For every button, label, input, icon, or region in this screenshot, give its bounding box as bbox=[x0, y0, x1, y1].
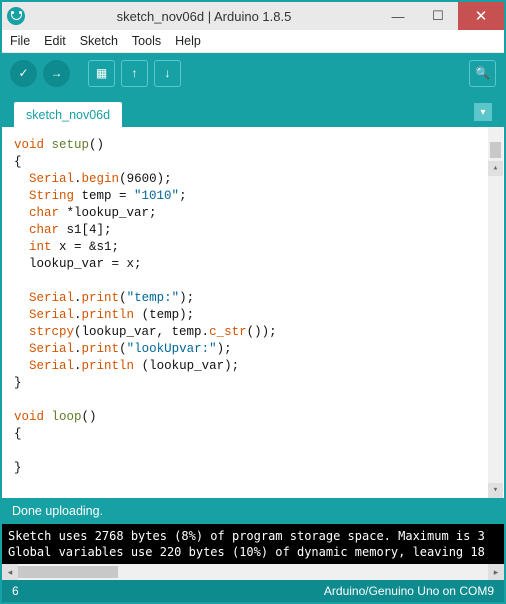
app-icon bbox=[7, 7, 25, 25]
window-title: sketch_nov06d | Arduino 1.8.5 bbox=[30, 9, 378, 24]
scrollbar-thumb[interactable] bbox=[490, 142, 501, 158]
status-bar: Done uploading. bbox=[2, 498, 504, 524]
menu-tools[interactable]: Tools bbox=[132, 34, 161, 48]
scroll-up-icon[interactable]: ▴ bbox=[488, 161, 503, 176]
menu-edit[interactable]: Edit bbox=[44, 34, 66, 48]
console-line: Sketch uses 2768 bytes (8%) of program s… bbox=[8, 529, 485, 543]
open-button[interactable]: ↑ bbox=[121, 60, 148, 87]
class-name: Serial bbox=[29, 172, 74, 186]
maximize-button[interactable]: ☐ bbox=[418, 2, 458, 30]
board-port-label: Arduino/Genuino Uno on COM9 bbox=[324, 584, 494, 598]
menubar: File Edit Sketch Tools Help bbox=[2, 30, 504, 53]
close-button[interactable]: ✕ bbox=[458, 2, 504, 30]
line-number: 6 bbox=[12, 584, 19, 598]
scroll-down-icon[interactable]: ▾ bbox=[488, 483, 503, 498]
serial-monitor-button[interactable]: 🔍 bbox=[469, 60, 496, 87]
tab-menu-dropdown[interactable]: ▾ bbox=[474, 103, 492, 121]
titlebar[interactable]: sketch_nov06d | Arduino 1.8.5 — ☐ ✕ bbox=[2, 2, 504, 30]
tab-sketch[interactable]: sketch_nov06d bbox=[14, 102, 122, 127]
upload-button[interactable]: → bbox=[43, 60, 70, 87]
method: begin bbox=[82, 172, 120, 186]
console-output[interactable]: Sketch uses 2768 bytes (8%) of program s… bbox=[2, 524, 504, 564]
scroll-right-icon[interactable]: ▸ bbox=[488, 564, 504, 580]
func-name: setup bbox=[52, 138, 90, 152]
string-literal: "1010" bbox=[134, 189, 179, 203]
menu-help[interactable]: Help bbox=[175, 34, 201, 48]
window-buttons: — ☐ ✕ bbox=[378, 2, 504, 30]
console-horizontal-scrollbar[interactable]: ◂ ▸ bbox=[2, 564, 504, 580]
app-window: sketch_nov06d | Arduino 1.8.5 — ☐ ✕ File… bbox=[0, 0, 506, 604]
minimize-button[interactable]: — bbox=[378, 2, 418, 30]
menu-sketch[interactable]: Sketch bbox=[80, 34, 118, 48]
toolbar: ✓ → ▦ ↑ ↓ 🔍 bbox=[2, 53, 504, 93]
console-line: Global variables use 220 bytes (10%) of … bbox=[8, 545, 485, 559]
menu-file[interactable]: File bbox=[10, 34, 30, 48]
new-button[interactable]: ▦ bbox=[88, 60, 115, 87]
keyword: void bbox=[14, 138, 44, 152]
code-editor[interactable]: void setup() { Serial.begin(9600); Strin… bbox=[2, 127, 504, 498]
status-message: Done uploading. bbox=[12, 504, 103, 518]
verify-button[interactable]: ✓ bbox=[10, 60, 37, 87]
scrollbar-thumb[interactable] bbox=[18, 566, 118, 578]
save-button[interactable]: ↓ bbox=[154, 60, 181, 87]
footer-bar: 6 Arduino/Genuino Uno on COM9 bbox=[2, 580, 504, 602]
tabbar: sketch_nov06d ▾ bbox=[2, 93, 504, 127]
editor-vertical-scrollbar[interactable]: ▴ ▾ bbox=[488, 127, 503, 498]
scroll-left-icon[interactable]: ◂ bbox=[2, 564, 18, 580]
